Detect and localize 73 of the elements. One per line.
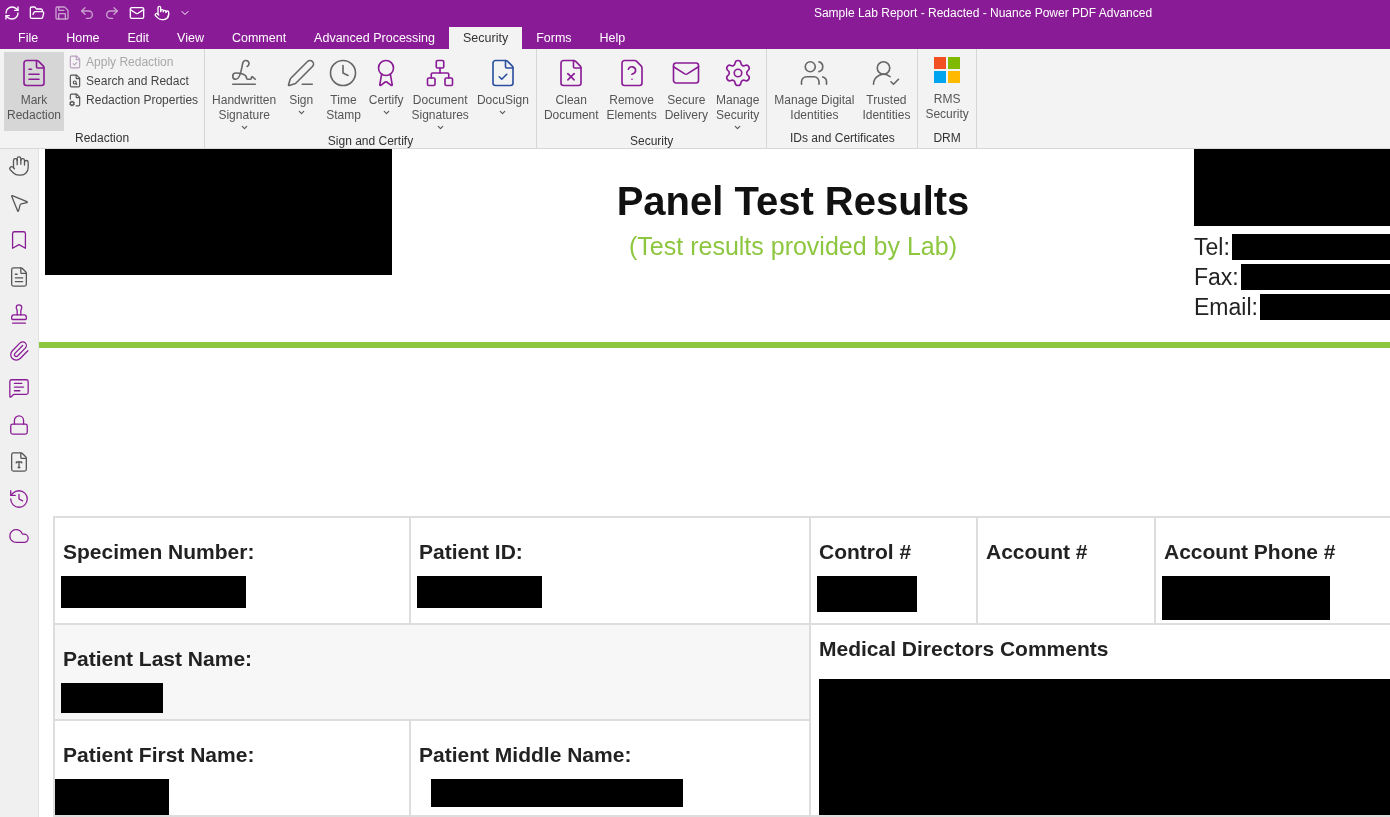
menu-tab[interactable]: Advanced Processing — [300, 27, 449, 49]
sync-icon[interactable] — [4, 4, 20, 21]
field-label: Patient ID: — [419, 540, 524, 564]
document-search-icon — [68, 74, 83, 88]
caret-icon — [381, 108, 391, 117]
document-gear-icon — [68, 93, 83, 107]
menu-tab[interactable]: View — [163, 27, 218, 49]
ribbon-button[interactable]: Certify — [365, 52, 407, 134]
menu-tab[interactable]: Forms — [522, 27, 586, 49]
ribbon-button[interactable]: Trusted Identities — [859, 52, 914, 131]
field-label: Medical Directors Comments — [819, 637, 1110, 661]
ribbon-button[interactable]: DocuSign — [473, 52, 532, 134]
field-label: Specimen Number: — [63, 540, 256, 564]
caret-icon — [435, 123, 445, 132]
menu-tab[interactable]: Edit — [113, 27, 164, 49]
clock-icon — [328, 58, 359, 88]
colored-squares-icon — [933, 56, 962, 84]
group-title: Security — [628, 134, 675, 148]
ribbon-button[interactable]: Secure Delivery — [661, 52, 711, 134]
document-check-icon — [68, 55, 83, 69]
contact-label: Email: — [1194, 293, 1258, 321]
menu-tab[interactable]: Home — [52, 27, 114, 49]
field-label: Patient Middle Name: — [419, 743, 633, 767]
field-label: Patient First Name: — [63, 743, 256, 767]
history-icon[interactable] — [8, 488, 30, 510]
folder-icon[interactable] — [29, 4, 45, 21]
ribbon-button[interactable]: Manage Digital Identities — [771, 52, 858, 131]
field-label: Account Phone # — [1164, 540, 1337, 564]
document-icon[interactable] — [8, 451, 30, 473]
ribbon-button[interactable]: Time Stamp — [323, 52, 364, 134]
group-title: DRM — [932, 131, 962, 147]
group-title: Sign and Certify — [326, 134, 415, 148]
paperclip-icon[interactable] — [8, 340, 30, 362]
lock-icon[interactable] — [8, 414, 30, 436]
ribbon-button[interactable]: Search and Redact — [66, 73, 201, 89]
group-title: IDs and Certificates — [789, 131, 896, 147]
field-label: Account # — [986, 540, 1089, 564]
caret-icon — [498, 108, 508, 117]
field-label: Control # — [819, 540, 913, 564]
ribbon-button[interactable]: Redaction Properties — [66, 92, 201, 108]
undo-icon[interactable] — [79, 4, 95, 21]
hand-pointer-icon[interactable] — [154, 4, 170, 21]
ribbon-button[interactable]: Clean Document — [540, 52, 602, 134]
caret-icon — [733, 123, 743, 132]
comment-list-icon[interactable] — [8, 377, 30, 399]
menu-tab[interactable]: Help — [585, 27, 640, 49]
people-icon — [799, 58, 830, 88]
group-title: Redaction — [74, 131, 131, 147]
pointer-icon[interactable] — [8, 192, 30, 214]
field-label: Patient Last Name: — [63, 647, 254, 671]
ribbon-button[interactable]: Mark Redaction — [4, 52, 65, 131]
redo-icon[interactable] — [104, 4, 120, 21]
mail-icon[interactable] — [129, 4, 145, 21]
window-title: Sample Lab Report - Redacted - Nuance Power PDF Advanced — [812, 5, 1154, 20]
report-subheading: (Test results provided by Lab) — [629, 232, 957, 261]
hand-icon[interactable] — [8, 155, 30, 177]
menu-tab[interactable]: Comment — [217, 27, 301, 49]
menu-tab[interactable]: Security — [449, 27, 523, 49]
stamp-icon[interactable] — [8, 303, 30, 325]
contact-label: Fax: — [1194, 263, 1239, 291]
ribbon-button[interactable]: RMS Security — [922, 52, 972, 131]
page-icon[interactable] — [8, 266, 30, 288]
caret-icon — [239, 123, 249, 132]
ribbon-button[interactable]: Document Signatures — [408, 52, 472, 134]
menu-tab[interactable]: File — [4, 27, 53, 49]
ribbon-button[interactable]: Remove Elements — [603, 52, 660, 134]
ribbon-button[interactable]: Sign — [281, 52, 322, 134]
report-heading: Panel Test Results — [616, 179, 970, 224]
contact-label: Tel: — [1194, 233, 1230, 261]
ribbon-button[interactable]: Manage Security — [713, 52, 763, 134]
save-icon[interactable] — [54, 4, 70, 21]
caret-icon — [296, 108, 306, 117]
ribbon-button[interactable]: Handwritten Signature — [209, 52, 280, 134]
